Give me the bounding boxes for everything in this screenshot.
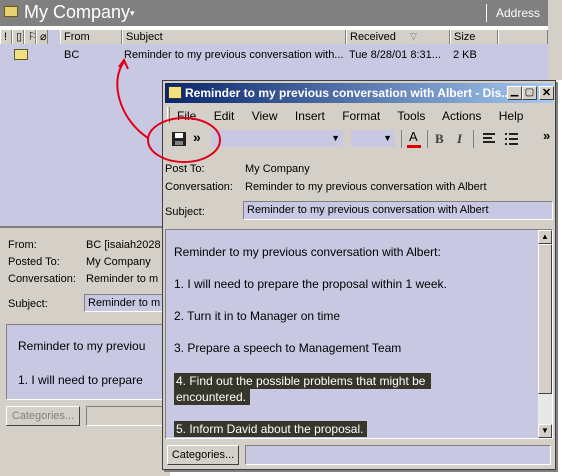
annotation-circle: [147, 117, 221, 163]
annotation-overlay: [116, 57, 221, 163]
annotation-arrow: [116, 61, 149, 139]
